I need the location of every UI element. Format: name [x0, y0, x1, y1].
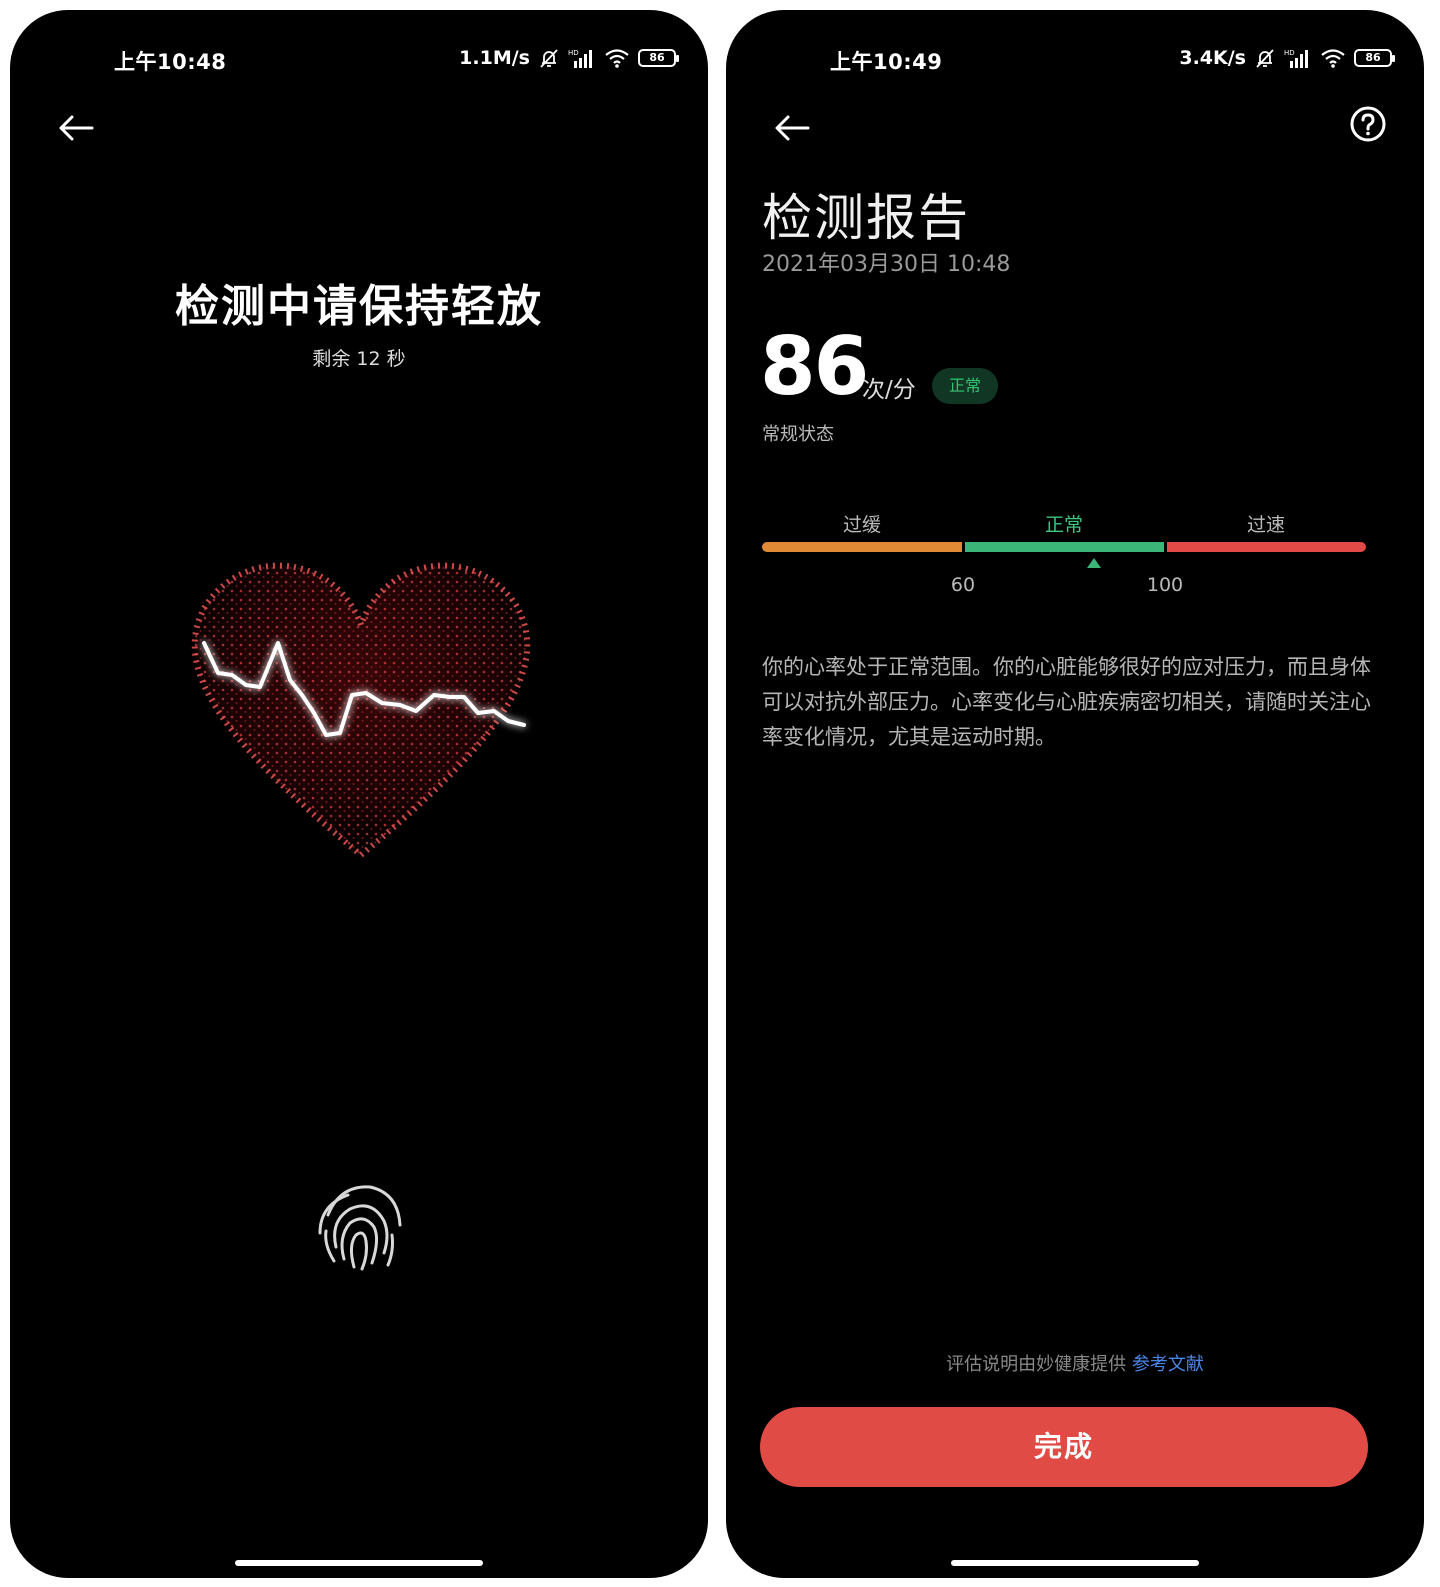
mute-bell-icon	[1256, 49, 1274, 68]
status-bar: 上午10:48 1.1M/s HD 86	[10, 10, 708, 110]
fingerprint-icon[interactable]	[310, 1175, 410, 1275]
done-button[interactable]: 完成	[760, 1407, 1368, 1487]
network-speed: 3.4K/s	[1179, 47, 1246, 69]
battery-indicator: 86	[1354, 49, 1395, 67]
home-indicator[interactable]	[235, 1560, 483, 1566]
report-description: 你的心率处于正常范围。你的心脏能够很好的应对压力，而且身体可以对抗外部压力。心率…	[762, 655, 1371, 749]
range-label-slow: 过缓	[842, 514, 881, 536]
status-badge: 正常	[932, 368, 998, 404]
wifi-icon	[605, 49, 629, 68]
heart-rate-unit: 次/分	[862, 377, 916, 403]
countdown-text: 剩余 12 秒	[312, 348, 406, 370]
detecting-screen: 上午10:48 1.1M/s HD 86 检测中请保持轻放 剩余 12 秒	[10, 10, 708, 1578]
range-bar-normal	[965, 542, 1164, 552]
heart-rate-state: 常规状态	[762, 424, 834, 445]
back-arrow-icon[interactable]	[770, 106, 814, 150]
range-label-normal: 正常	[1044, 514, 1083, 536]
range-tick-100: 100	[1146, 574, 1184, 596]
signal-icon: HD	[568, 49, 592, 68]
range-bar-slow	[762, 542, 962, 552]
status-time: 上午10:49	[830, 50, 943, 74]
mute-bell-icon	[540, 49, 558, 68]
range-label-fast: 过速	[1246, 514, 1285, 536]
range-marker-icon	[1087, 558, 1101, 568]
network-speed: 1.1M/s	[459, 47, 530, 69]
heart-pulse-animation	[191, 562, 531, 859]
back-arrow-icon[interactable]	[54, 106, 98, 150]
battery-indicator: 86	[638, 49, 679, 67]
signal-icon: HD	[1284, 49, 1308, 68]
report-screen: 上午10:49 3.4K/s HD 86 检测报告 2021年03月30日 10…	[726, 10, 1424, 1578]
provider-note: 评估说明由妙健康提供 参考文献	[726, 1350, 1424, 1376]
range-tick-60: 60	[950, 574, 976, 596]
report-date: 2021年03月30日 10:48	[762, 252, 1011, 277]
help-icon[interactable]	[1348, 104, 1388, 144]
range-bar-fast	[1167, 542, 1366, 552]
heart-rate-value: 86	[760, 320, 869, 413]
svg-text:HD: HD	[1284, 49, 1295, 57]
svg-text:HD: HD	[568, 49, 579, 57]
status-icons: 1.1M/s HD 86	[459, 47, 679, 69]
report-title: 检测报告	[762, 189, 970, 247]
status-time: 上午10:48	[114, 50, 227, 74]
status-icons: 3.4K/s HD 86	[1179, 47, 1395, 69]
home-indicator[interactable]	[951, 1560, 1199, 1566]
wifi-icon	[1321, 49, 1345, 68]
references-link[interactable]: 参考文献	[1132, 1354, 1204, 1375]
detecting-title: 检测中请保持轻放	[175, 281, 543, 332]
provider-text: 评估说明由妙健康提供	[946, 1354, 1127, 1375]
status-bar: 上午10:49 3.4K/s HD 86	[726, 10, 1424, 110]
